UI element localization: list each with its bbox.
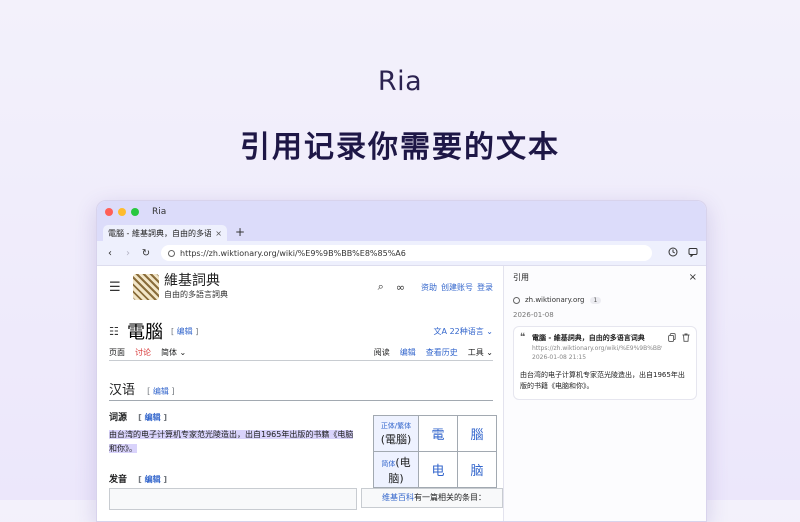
char-link[interactable]: 腦 [457,415,497,452]
donate-link[interactable]: 资助 [421,282,437,293]
pronunciation-heading: 发音 [ 编辑 ] [109,475,168,485]
site-name: zh.wiktionary.org [525,296,585,304]
quote-title[interactable]: 電腦 - 維基詞典，自由的多语言词典 [532,333,662,343]
tab-history[interactable]: 查看历史 [426,347,458,358]
pronunciation-box [109,488,357,510]
title-edit-link[interactable]: [ 编辑 ] [171,326,198,337]
sister-project-box: 维基百科有一篇相关的条目： [361,488,503,508]
search-icon[interactable]: ⌕ [378,280,384,294]
date-label: 2026-01-08 [513,311,554,319]
quote-card[interactable]: ❝ 電腦 - 維基詞典，自由的多语言词典 https://zh.wiktiona… [513,326,697,400]
simplified-label: 简体(电脑) [373,451,419,488]
etymology-text[interactable]: 由台湾的电子计算机专家范光陵造出，出自1965年出版的书籍《电脑和你》。 [109,428,361,456]
hero-title: Ria [377,66,423,97]
tab-page[interactable]: 页面 [109,347,125,358]
quote-time: 2026-01-08 21:15 [532,354,587,361]
etymology-edit-link[interactable]: [ 编辑 ] [138,413,167,422]
traditional-label: 正体/繁体(電腦) [373,415,419,452]
forward-button[interactable]: › [121,248,135,259]
tab-close-icon[interactable]: × [215,229,222,238]
quote-panel: 引用 × zh.wiktionary.org 1 2026-01-08 ❝ 電腦… [503,266,706,521]
site-group[interactable]: zh.wiktionary.org 1 [504,288,706,304]
copy-icon[interactable] [668,333,676,344]
reload-button[interactable]: ↻ [139,248,153,259]
panel-title: 引用 [513,272,529,282]
character-table: 正体/繁体(電腦) 電 腦 简体(电脑) 电 脑 [373,415,497,488]
browser-tab[interactable]: 電腦 - 維基詞典，自由的多语言词典 × [103,225,227,241]
menu-icon[interactable]: ☰ [109,280,125,295]
pronunciation-edit-link[interactable]: [ 编辑 ] [138,475,167,484]
close-window-button[interactable] [105,208,113,216]
wiktionary-logo[interactable] [133,274,159,300]
browser-window: Ria 電腦 - 維基詞典，自由的多语言词典 × + ‹ › ↻ https:/… [96,200,707,522]
page-title-row: ☷ 電腦 [ 编辑 ] 文A 22种语言 ⌄ [109,318,493,344]
page-title: 電腦 [127,322,163,343]
quote-text: 由台湾的电子计算机专家范光陵造出，出自1965年出版的书籍《电脑和你》。 [520,371,685,390]
tab-bar: 電腦 - 維基詞典，自由的多语言词典 × + [97,223,706,241]
history-icon[interactable] [666,247,680,260]
app-name: Ria [152,207,167,217]
tab-tools[interactable]: 工具 ⌄ [468,347,493,358]
zoom-window-button[interactable] [131,208,139,216]
section-heading: 汉语 [ 编辑 ] [109,379,493,401]
new-tab-button[interactable]: + [235,225,245,241]
globe-icon [168,249,175,257]
language-button[interactable]: 文A 22种语言 ⌄ [434,326,493,337]
count-badge: 1 [589,296,602,304]
etymology-heading: 词源 [ 编辑 ] [109,413,168,423]
wiktionary-page: ☰ 維基詞典 自由的多語言詞典 ⌕ ∞ 资助 创建账号 登录 ☷ 電腦 [ 编辑… [97,266,503,521]
browser-toolbar: ‹ › ↻ https://zh.wiktionary.org/wiki/%E9… [97,241,706,266]
create-account-link[interactable]: 创建账号 [441,282,473,293]
section-edit-link[interactable]: [ 编辑 ] [147,387,174,396]
address-bar[interactable]: https://zh.wiktionary.org/wiki/%E9%9B%BB… [161,245,652,261]
quote-panel-icon[interactable] [686,247,700,260]
globe-icon [513,296,520,304]
char-link[interactable]: 电 [418,451,458,488]
hero-subtitle: 引用记录你需要的文本 [240,130,560,165]
char-link[interactable]: 脑 [457,451,497,488]
wiki-header: ☰ 維基詞典 自由的多語言詞典 ⌕ ∞ 资助 创建账号 登录 [109,272,493,302]
minimize-window-button[interactable] [118,208,126,216]
login-link[interactable]: 登录 [477,282,493,293]
quote-url: https://zh.wiktionary.org/wiki/%E9%9B%BB… [532,345,662,352]
delete-icon[interactable] [682,333,690,344]
tab-variant[interactable]: 简体 ⌄ [161,347,186,358]
title-bar: Ria [97,201,706,223]
quote-icon: ❝ [520,332,526,343]
char-link[interactable]: 電 [418,415,458,452]
wikipedia-link[interactable]: 维基百科 [382,493,414,502]
tab-discussion[interactable]: 讨论 [135,347,151,358]
tab-title: 電腦 - 維基詞典，自由的多语言词典 [108,228,212,238]
panel-close-icon[interactable]: × [689,272,697,283]
wiki-tagline: 自由的多語言詞典 [164,290,228,299]
infinity-icon[interactable]: ∞ [396,281,405,294]
tab-read[interactable]: 阅读 [374,347,390,358]
wiki-name[interactable]: 維基詞典 [164,274,228,289]
toc-icon[interactable]: ☷ [109,325,127,338]
url-text: https://zh.wiktionary.org/wiki/%E9%9B%BB… [180,248,406,258]
tab-edit[interactable]: 编辑 [400,347,416,358]
page-tabs: 页面 讨论 简体 ⌄ 阅读 编辑 查看历史 工具 ⌄ [109,344,493,361]
back-button[interactable]: ‹ [103,248,117,259]
